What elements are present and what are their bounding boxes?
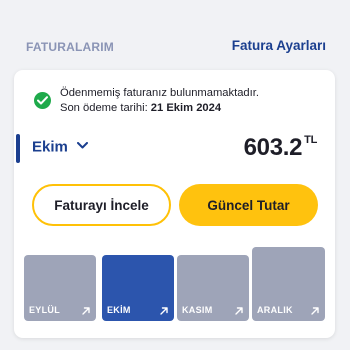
currency: TL — [304, 134, 317, 146]
month-tile-label: EYLÜL — [29, 305, 61, 315]
month-tile-1[interactable]: EYLÜL — [24, 255, 96, 321]
header: FATURALARIM Fatura Ayarları — [0, 38, 350, 58]
arrow-up-right-icon — [82, 307, 90, 315]
month-tile-label: KASIM — [182, 305, 213, 315]
arrow-up-right-icon — [311, 307, 319, 315]
review-bill-button[interactable]: Faturayı İncele — [32, 184, 171, 226]
month-tile-3[interactable]: KASIM — [177, 255, 249, 321]
month-row: Ekim 603.2 TL — [14, 132, 335, 166]
month-tile-label: ARALIK — [257, 305, 293, 315]
check-circle-icon — [34, 92, 51, 109]
section-title: FATURALARIM — [26, 40, 114, 54]
current-amount-button[interactable]: Güncel Tutar — [179, 184, 318, 226]
selection-marker — [16, 134, 20, 163]
due-date: 21 Ekim 2024 — [150, 102, 222, 114]
payment-notice: Ödenmemiş faturanız bulunmamaktadır. Son… — [14, 84, 335, 118]
bill-settings-link[interactable]: Fatura Ayarları — [232, 38, 326, 53]
selected-month: Ekim — [32, 138, 68, 156]
notice-message: Ödenmemiş faturanız bulunmamaktadır. — [60, 87, 259, 99]
month-dropdown[interactable]: Ekim — [32, 138, 89, 158]
bill-card: Ödenmemiş faturanız bulunmamaktadır. Son… — [14, 70, 335, 338]
due-date-text: Son ödeme tarihi: 21 Ekim 2024 — [60, 102, 222, 114]
bill-amount: 603.2 TL — [243, 134, 318, 161]
arrow-up-right-icon — [160, 307, 168, 315]
month-tile-label: EKİM — [107, 305, 131, 315]
arrow-up-right-icon — [235, 307, 243, 315]
month-tile-2[interactable]: EKİM — [102, 255, 174, 321]
month-tile-4[interactable]: ARALIK — [252, 247, 325, 321]
chevron-down-icon — [77, 142, 89, 149]
